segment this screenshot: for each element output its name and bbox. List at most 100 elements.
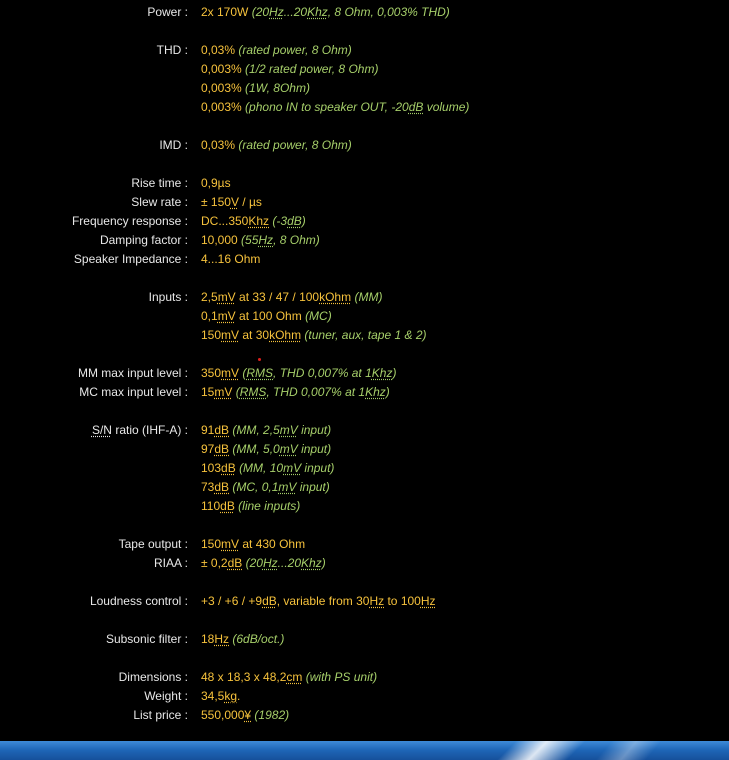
spec-row: MM max input level : 350mV (RMS, THD 0,00… xyxy=(0,364,729,383)
spec-value-text: 4...16 Ohm xyxy=(201,252,261,266)
spec-label: THD : xyxy=(156,43,188,57)
unit-abbreviation[interactable]: Hz xyxy=(214,632,229,646)
unit-abbreviation[interactable]: mV xyxy=(280,442,298,456)
spec-note: (55 xyxy=(241,233,259,247)
unit-abbreviation[interactable]: mV xyxy=(214,385,232,399)
spec-row: Rise time : 0,9µs xyxy=(0,174,729,193)
unit-abbreviation[interactable]: Khz xyxy=(307,5,328,19)
spec-value: 0,03% (rated power, 8 Ohm) xyxy=(201,41,352,60)
spec-value-text: 110 xyxy=(201,499,221,513)
unit-abbreviation[interactable]: mV xyxy=(218,290,236,304)
unit-abbreviation[interactable]: kOhm xyxy=(269,328,301,342)
spec-row: MC max input level : 15mV (RMS, THD 0,007… xyxy=(0,383,729,402)
spec-row: Inputs : 2,5mV at 33 / 47 / 100kOhm (MM) xyxy=(0,288,729,307)
spec-label: Weight : xyxy=(144,689,188,703)
spec-value-text: at 33 / 47 / 100 xyxy=(235,290,320,304)
spec-row: 97dB (MM, 5,0mV input) xyxy=(0,440,729,459)
unit-abbreviation[interactable]: mV xyxy=(283,461,301,475)
unit-abbreviation[interactable]: dB xyxy=(262,594,277,608)
windows-taskbar[interactable] xyxy=(0,741,729,760)
unit-abbreviation[interactable]: dB xyxy=(220,499,235,513)
spec-row: Weight : 34,5kg. xyxy=(0,687,729,706)
spec-note: (phono IN to speaker OUT, -20 xyxy=(245,100,409,114)
unit-abbreviation[interactable]: Hz xyxy=(421,594,436,608)
spec-value-text: 2,5 xyxy=(201,290,218,304)
spec-label: Frequency response : xyxy=(71,214,188,228)
spec-note: ) xyxy=(301,214,306,228)
spec-row: IMD : 0,03% (rated power, 8 Ohm) xyxy=(0,136,729,155)
spec-note: (MM, 2,5 xyxy=(232,423,280,437)
unit-abbreviation[interactable]: Hz xyxy=(263,556,278,570)
unit-abbreviation[interactable]: dB xyxy=(221,461,236,475)
spec-value: 2,5mV at 33 / 47 / 100kOhm (MM) xyxy=(201,288,382,307)
unit-abbreviation[interactable]: dB xyxy=(409,100,424,114)
spec-note: (MC, 0,1 xyxy=(232,480,279,494)
spec-value-text: 2x 170W xyxy=(201,5,252,19)
spec-note: , THD 0,007% at 1 xyxy=(273,366,372,380)
spec-row: 150mV at 30kOhm (tuner, aux, tape 1 & 2) xyxy=(0,326,729,345)
spec-value-text: 18 xyxy=(201,632,215,646)
spec-value-text: 10,000 xyxy=(201,233,242,247)
spec-note: (20 xyxy=(245,556,263,570)
spec-sheet: Power :2x 170W (20Hz...20Khz, 8 Ohm, 0,0… xyxy=(0,3,729,725)
unit-abbreviation[interactable]: Hz xyxy=(369,594,384,608)
spec-value-text: 150 xyxy=(201,328,222,342)
unit-abbreviation[interactable]: dB xyxy=(228,556,243,570)
unit-abbreviation[interactable]: Khz xyxy=(365,385,386,399)
unit-abbreviation[interactable]: cm xyxy=(286,670,302,684)
spec-note: (1W, 8Ohm) xyxy=(245,81,310,95)
unit-abbreviation[interactable]: dB xyxy=(214,423,229,437)
unit-abbreviation[interactable]: Khz xyxy=(372,366,393,380)
spec-value: 0,03% (rated power, 8 Ohm) xyxy=(201,136,352,155)
unit-abbreviation[interactable]: mV xyxy=(280,423,298,437)
unit-abbreviation[interactable]: kOhm xyxy=(319,290,351,304)
spec-note: (MM, 5,0 xyxy=(232,442,280,456)
unit-abbreviation[interactable]: dB xyxy=(287,214,302,228)
spec-label: Subsonic filter : xyxy=(105,632,188,646)
spec-note: ) xyxy=(321,556,326,570)
spec-value: 0,1mV at 100 Ohm (MC) xyxy=(201,307,332,326)
spec-note: ) xyxy=(385,385,390,399)
spec-label: Speaker Impedance : xyxy=(73,252,188,266)
spec-note: (rated power, 8 Ohm) xyxy=(238,43,352,57)
unit-abbreviation[interactable]: mV xyxy=(221,366,239,380)
spec-value: 150mV at 30kOhm (tuner, aux, tape 1 & 2) xyxy=(201,326,427,345)
unit-abbreviation[interactable]: dB xyxy=(214,442,229,456)
spec-row: 103dB (MM, 10mV input) xyxy=(0,459,729,478)
spec-note: ...20 xyxy=(283,5,308,19)
spec-row: 0,1mV at 100 Ohm (MC) xyxy=(0,307,729,326)
unit-abbreviation[interactable]: dB xyxy=(214,480,229,494)
unit-abbreviation[interactable]: Hz xyxy=(258,233,273,247)
spec-note: (1982) xyxy=(254,708,290,722)
unit-abbreviation[interactable]: mV xyxy=(278,480,296,494)
spec-row: Damping factor : 10,000 (55Hz, 8 Ohm) xyxy=(0,231,729,250)
spec-note: input) xyxy=(296,480,330,494)
unit-abbreviation[interactable]: V xyxy=(231,195,239,209)
spec-value: 103dB (MM, 10mV input) xyxy=(201,459,334,478)
spec-row: Slew rate : ± 150V / µs xyxy=(0,193,729,212)
spec-note: input) xyxy=(301,461,335,475)
unit-abbreviation[interactable]: RMS xyxy=(246,366,273,380)
spec-note: (tuner, aux, tape 1 & 2) xyxy=(304,328,427,342)
unit-abbreviation[interactable]: kg xyxy=(224,689,237,703)
unit-abbreviation[interactable]: RMS xyxy=(240,385,267,399)
unit-abbreviation[interactable]: mV xyxy=(218,309,236,323)
unit-abbreviation[interactable]: Hz xyxy=(269,5,284,19)
unit-abbreviation[interactable]: Khz xyxy=(301,556,322,570)
spec-row: 0,003% (phono IN to speaker OUT, -20dB v… xyxy=(0,98,729,117)
spec-value-text: 150 xyxy=(201,537,222,551)
spec-value-text: 97 xyxy=(201,442,215,456)
unit-abbreviation[interactable]: Khz xyxy=(248,214,269,228)
spec-value: 350mV (RMS, THD 0,007% at 1Khz) xyxy=(201,364,396,383)
spec-label: List price : xyxy=(133,708,188,722)
unit-abbreviation[interactable]: mV xyxy=(221,328,239,342)
spec-row: Speaker Impedance : 4...16 Ohm xyxy=(0,250,729,269)
unit-abbreviation[interactable]: mV xyxy=(221,537,239,551)
spec-value-text: 34,5 xyxy=(201,689,225,703)
spec-note: ) xyxy=(392,366,397,380)
spec-value: ± 150V / µs xyxy=(201,193,262,212)
spec-value: 4...16 Ohm xyxy=(201,250,260,269)
